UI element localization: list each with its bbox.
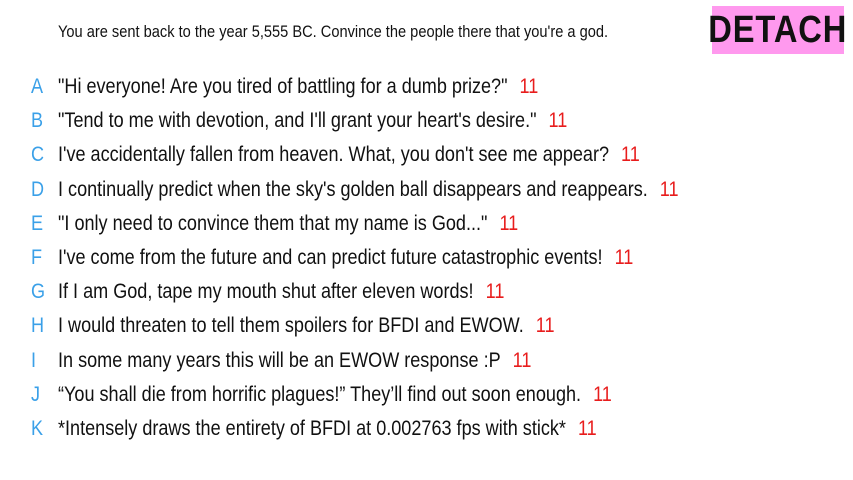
response-letter: D <box>31 177 45 201</box>
response-text: I continually predict when the sky's gol… <box>58 177 648 201</box>
response-line: In some many years this will be an EWOW … <box>58 349 531 373</box>
response-line: I've come from the future and can predic… <box>58 246 633 270</box>
response-line: “You shall die from horrific plagues!” T… <box>58 383 612 407</box>
response-text: “You shall die from horrific plagues!” T… <box>58 382 582 406</box>
prompt-text: You are sent back to the year 5,555 BC. … <box>58 22 609 41</box>
detach-badge-label: DETACH <box>708 8 848 51</box>
response-row: I In some many years this will be an EWOW… <box>0 344 853 378</box>
response-letter: C <box>31 143 45 167</box>
response-text: If I am God, tape my mouth shut after el… <box>58 280 474 304</box>
response-text: I've accidentally fallen from heaven. Wh… <box>58 143 610 167</box>
response-line: *Intensely draws the entirety of BFDI at… <box>58 417 597 441</box>
word-count: 11 <box>659 177 679 201</box>
response-line: "I only need to convince them that my na… <box>58 212 518 236</box>
response-letter: F <box>31 246 43 269</box>
word-count: 11 <box>535 314 555 338</box>
response-text: I would threaten to tell them spoilers f… <box>58 314 524 338</box>
word-count: 11 <box>577 417 597 440</box>
detach-badge: DETACH <box>709 6 847 54</box>
response-row: K *Intensely draws the entirety of BFDI a… <box>0 412 853 446</box>
word-count: 11 <box>519 75 539 98</box>
response-line: If I am God, tape my mouth shut after el… <box>58 280 504 304</box>
response-letter: I <box>31 348 37 372</box>
response-letter: B <box>31 109 44 133</box>
response-row: C I've accidentally fallen from heaven. W… <box>0 138 853 172</box>
response-text: I've come from the future and can predic… <box>58 246 603 269</box>
response-line: I continually predict when the sky's gol… <box>58 178 679 202</box>
word-count: 11 <box>512 348 532 372</box>
response-text: "Tend to me with devotion, and I'll gran… <box>58 109 537 133</box>
response-row: J “You shall die from horrific plagues!” … <box>0 378 853 412</box>
response-line: "Hi everyone! Are you tired of battling … <box>58 75 538 99</box>
response-row: D I continually predict when the sky's go… <box>0 173 853 207</box>
word-count: 11 <box>614 246 634 269</box>
word-count: 11 <box>485 280 505 304</box>
response-row: G If I am God, tape my mouth shut after e… <box>0 275 853 309</box>
response-letter: J <box>31 382 41 406</box>
response-letter: K <box>31 417 44 440</box>
word-count: 11 <box>621 143 640 167</box>
response-letter: H <box>31 314 45 338</box>
response-text: In some many years this will be an EWOW … <box>58 348 501 372</box>
response-letter: A <box>31 75 44 98</box>
response-letter: E <box>31 211 44 235</box>
response-row: A "Hi everyone! Are you tired of battling… <box>0 70 853 104</box>
word-count: 11 <box>548 109 568 133</box>
response-line: I've accidentally fallen from heaven. Wh… <box>58 143 640 167</box>
response-line: I would threaten to tell them spoilers f… <box>58 314 555 338</box>
response-row: B "Tend to me with devotion, and I'll gra… <box>0 104 853 138</box>
word-count: 11 <box>593 382 612 406</box>
response-text: "I only need to convince them that my na… <box>58 211 488 235</box>
slide: You are sent back to the year 5,555 BC. … <box>0 0 853 480</box>
response-row: H I would threaten to tell them spoilers … <box>0 309 853 343</box>
response-row: F I've come from the future and can predi… <box>0 241 853 275</box>
word-count: 11 <box>499 211 519 235</box>
response-letter: G <box>31 280 46 304</box>
response-text: *Intensely draws the entirety of BFDI at… <box>58 417 566 440</box>
response-row: E "I only need to convince them that my n… <box>0 207 853 241</box>
response-line: "Tend to me with devotion, and I'll gran… <box>58 109 567 133</box>
response-text: "Hi everyone! Are you tired of battling … <box>58 75 508 98</box>
